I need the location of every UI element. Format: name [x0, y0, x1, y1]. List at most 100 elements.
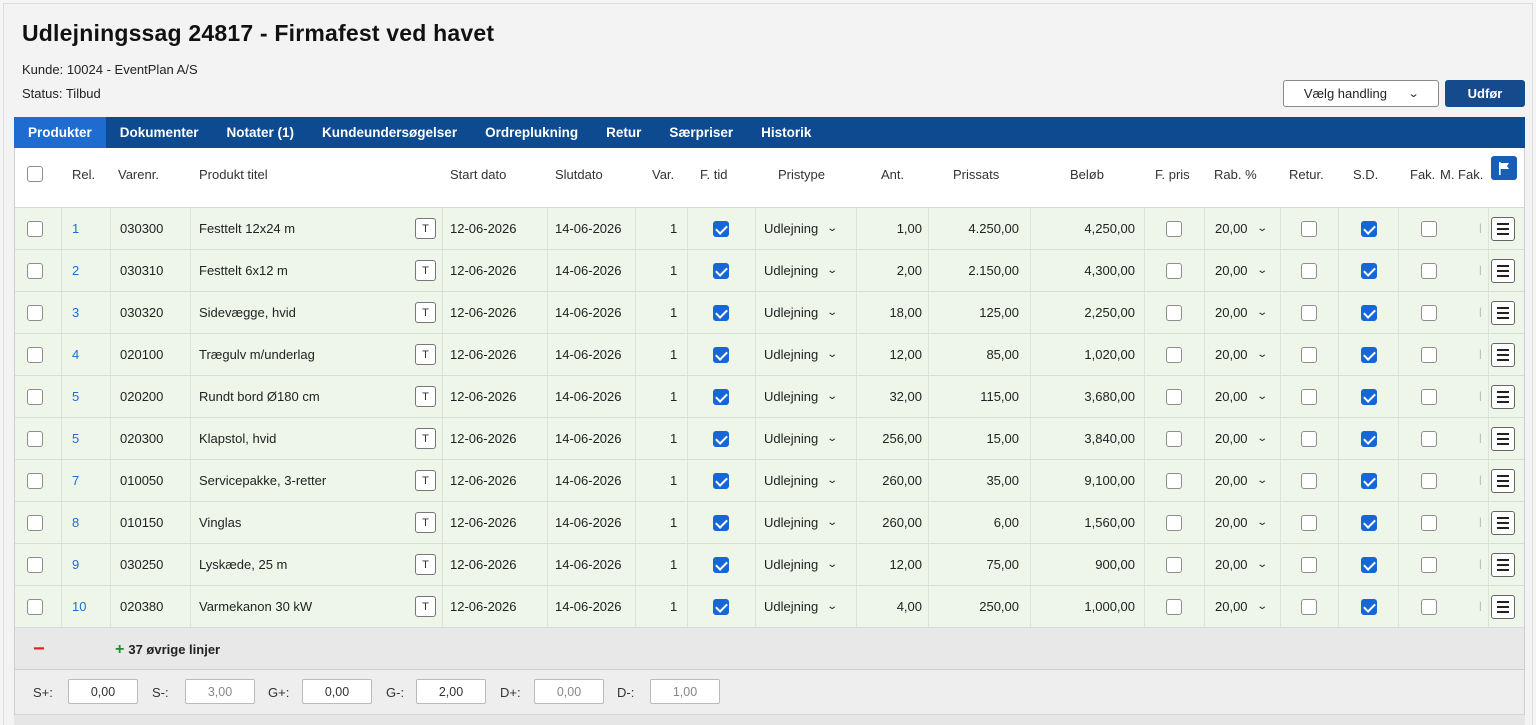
- row-sd-checkbox[interactable]: [1361, 514, 1377, 531]
- row-text-button[interactable]: T: [415, 386, 436, 407]
- row-pristype-select[interactable]: Udlejning ⌄: [764, 460, 838, 501]
- row-rab-select[interactable]: 20,00 ⌄: [1215, 208, 1268, 249]
- row-rab-select[interactable]: 20,00 ⌄: [1215, 376, 1268, 417]
- row-text-button[interactable]: T: [415, 302, 436, 323]
- row-ftid-checkbox[interactable]: [713, 304, 729, 321]
- row-select-checkbox[interactable]: [27, 430, 43, 447]
- row-ftid-checkbox[interactable]: [713, 388, 729, 405]
- row-sd-checkbox[interactable]: [1361, 262, 1377, 279]
- row-fak-checkbox[interactable]: [1421, 472, 1437, 489]
- row-retur-checkbox[interactable]: [1301, 514, 1317, 531]
- row-rab-select[interactable]: 20,00 ⌄: [1215, 334, 1268, 375]
- row-pristype-select[interactable]: Udlejning ⌄: [764, 334, 838, 375]
- row-start-date[interactable]: 12-06-2026: [450, 502, 517, 543]
- row-ant[interactable]: 32,00: [860, 376, 922, 417]
- row-end-date[interactable]: 14-06-2026: [555, 376, 622, 417]
- row-menu-button[interactable]: [1491, 594, 1515, 619]
- tab-kundeundersogelser[interactable]: Kundeundersøgelser: [308, 117, 471, 148]
- row-end-date[interactable]: 14-06-2026: [555, 250, 622, 291]
- row-prissats[interactable]: 250,00: [933, 586, 1019, 627]
- col-varenr[interactable]: Varenr.: [118, 148, 159, 200]
- row-rab-select[interactable]: 20,00 ⌄: [1215, 502, 1268, 543]
- col-var[interactable]: Var.: [652, 148, 674, 200]
- row-rab-select[interactable]: 20,00 ⌄: [1215, 586, 1268, 627]
- row-prissats[interactable]: 2.150,00: [933, 250, 1019, 291]
- row-sd-checkbox[interactable]: [1361, 388, 1377, 405]
- row-text-button[interactable]: T: [415, 218, 436, 239]
- sum-field-dminus[interactable]: 1,00: [650, 679, 720, 704]
- row-ant[interactable]: 260,00: [860, 460, 922, 501]
- row-sd-checkbox[interactable]: [1361, 598, 1377, 615]
- flag-button[interactable]: [1491, 156, 1517, 180]
- tab-notater[interactable]: Notater (1): [213, 117, 309, 148]
- row-prissats[interactable]: 125,00: [933, 292, 1019, 333]
- select-all-checkbox[interactable]: [27, 166, 43, 182]
- row-retur-checkbox[interactable]: [1301, 598, 1317, 615]
- row-end-date[interactable]: 14-06-2026: [555, 208, 622, 249]
- row-prissats[interactable]: 6,00: [933, 502, 1019, 543]
- row-select-checkbox[interactable]: [27, 346, 43, 363]
- row-text-button[interactable]: T: [415, 470, 436, 491]
- sum-field-gminus[interactable]: 2,00: [416, 679, 486, 704]
- row-sd-checkbox[interactable]: [1361, 472, 1377, 489]
- row-prissats[interactable]: 35,00: [933, 460, 1019, 501]
- row-end-date[interactable]: 14-06-2026: [555, 502, 622, 543]
- col-pristype[interactable]: Pristype: [778, 148, 825, 200]
- row-end-date[interactable]: 14-06-2026: [555, 334, 622, 375]
- row-ftid-checkbox[interactable]: [713, 346, 729, 363]
- tab-saerpriser[interactable]: Særpriser: [655, 117, 747, 148]
- row-end-date[interactable]: 14-06-2026: [555, 460, 622, 501]
- row-fak-checkbox[interactable]: [1421, 388, 1437, 405]
- row-pristype-select[interactable]: Udlejning ⌄: [764, 250, 838, 291]
- row-menu-button[interactable]: [1491, 552, 1515, 577]
- row-sd-checkbox[interactable]: [1361, 304, 1377, 321]
- row-menu-button[interactable]: [1491, 426, 1515, 451]
- col-prissats[interactable]: Prissats: [953, 148, 999, 200]
- row-start-date[interactable]: 12-06-2026: [450, 250, 517, 291]
- row-select-checkbox[interactable]: [27, 388, 43, 405]
- collapse-button[interactable]: −: [33, 639, 45, 659]
- row-start-date[interactable]: 12-06-2026: [450, 460, 517, 501]
- row-sd-checkbox[interactable]: [1361, 556, 1377, 573]
- row-sd-checkbox[interactable]: [1361, 220, 1377, 237]
- row-menu-button[interactable]: [1491, 258, 1515, 283]
- row-fak-checkbox[interactable]: [1421, 598, 1437, 615]
- row-pristype-select[interactable]: Udlejning ⌄: [764, 544, 838, 585]
- row-fpris-checkbox[interactable]: [1166, 598, 1182, 615]
- row-fpris-checkbox[interactable]: [1166, 220, 1182, 237]
- row-ant[interactable]: 18,00: [860, 292, 922, 333]
- col-sd[interactable]: S.D.: [1353, 148, 1378, 200]
- row-retur-checkbox[interactable]: [1301, 556, 1317, 573]
- row-ftid-checkbox[interactable]: [713, 262, 729, 279]
- row-prissats[interactable]: 85,00: [933, 334, 1019, 375]
- row-prissats[interactable]: 115,00: [933, 376, 1019, 417]
- row-text-button[interactable]: T: [415, 596, 436, 617]
- row-menu-button[interactable]: [1491, 300, 1515, 325]
- row-text-button[interactable]: T: [415, 344, 436, 365]
- row-ant[interactable]: 12,00: [860, 334, 922, 375]
- col-title[interactable]: Produkt titel: [199, 148, 268, 200]
- row-pristype-select[interactable]: Udlejning ⌄: [764, 208, 838, 249]
- row-text-button[interactable]: T: [415, 512, 436, 533]
- col-retur[interactable]: Retur.: [1289, 148, 1324, 200]
- col-rel[interactable]: Rel.: [72, 148, 95, 200]
- row-rel-link[interactable]: 4: [72, 334, 79, 375]
- col-mfak[interactable]: M. Fak.: [1440, 148, 1483, 200]
- row-start-date[interactable]: 12-06-2026: [450, 376, 517, 417]
- row-menu-button[interactable]: [1491, 384, 1515, 409]
- row-rel-link[interactable]: 5: [72, 376, 79, 417]
- row-select-checkbox[interactable]: [27, 514, 43, 531]
- row-fpris-checkbox[interactable]: [1166, 346, 1182, 363]
- row-ftid-checkbox[interactable]: [713, 598, 729, 615]
- row-fpris-checkbox[interactable]: [1166, 262, 1182, 279]
- row-fak-checkbox[interactable]: [1421, 304, 1437, 321]
- row-rab-select[interactable]: 20,00 ⌄: [1215, 418, 1268, 459]
- row-end-date[interactable]: 14-06-2026: [555, 586, 622, 627]
- row-prissats[interactable]: 15,00: [933, 418, 1019, 459]
- row-rab-select[interactable]: 20,00 ⌄: [1215, 250, 1268, 291]
- row-sd-checkbox[interactable]: [1361, 430, 1377, 447]
- row-rab-select[interactable]: 20,00 ⌄: [1215, 292, 1268, 333]
- row-rel-link[interactable]: 3: [72, 292, 79, 333]
- row-pristype-select[interactable]: Udlejning ⌄: [764, 418, 838, 459]
- row-ant[interactable]: 12,00: [860, 544, 922, 585]
